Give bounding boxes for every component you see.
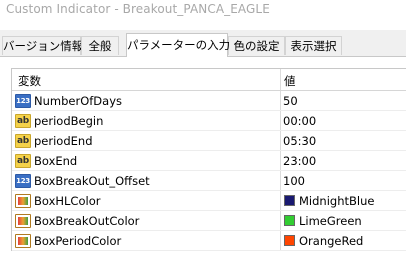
parameter-name: BoxEnd [34, 154, 78, 168]
header-value: 値 [284, 74, 296, 88]
string-type-icon: ab [15, 134, 31, 148]
parameter-value-input[interactable]: 100 [283, 174, 305, 188]
string-type-icon: ab [15, 114, 31, 128]
parameter-row[interactable]: ab periodBegin 00:00 [12, 111, 406, 131]
color-swatch [284, 215, 295, 226]
header-variable: 変数 [18, 74, 41, 88]
parameter-value-input[interactable]: 05:30 [283, 134, 316, 148]
parameter-name: BoxBreakOutColor [34, 214, 140, 228]
parameter-name: NumberOfDays [34, 94, 122, 108]
grid-header: 変数 値 [12, 69, 406, 91]
parameter-name: BoxHLColor [34, 194, 101, 208]
tab-version-info[interactable]: バージョン情報 [2, 36, 83, 55]
parameter-value-input[interactable]: 50 [283, 94, 298, 108]
parameter-row[interactable]: ab periodEnd 05:30 [12, 131, 406, 151]
int-type-icon: 123 [15, 174, 31, 188]
parameter-name: periodBegin [34, 114, 104, 128]
column-divider [280, 151, 281, 170]
parameters-panel: 変数 値 123 NumberOfDays 50 ab periodBegin 00:00… [0, 56, 406, 267]
column-divider [280, 171, 281, 190]
column-divider [280, 91, 281, 110]
column-divider[interactable] [280, 69, 281, 90]
parameter-value-input[interactable]: 00:00 [283, 114, 316, 128]
parameter-name: BoxBreakOut_Offset [34, 174, 150, 188]
parameter-row[interactable]: 123 BoxBreakOut_Offset 100 [12, 171, 406, 191]
parameter-row[interactable]: BoxHLColor MidnightBlue [12, 191, 406, 211]
column-divider [280, 231, 281, 250]
string-type-icon: ab [15, 154, 31, 168]
color-swatch [284, 195, 295, 206]
parameters-grid: 変数 値 123 NumberOfDays 50 ab periodBegin 00:00… [11, 68, 406, 251]
parameter-row[interactable]: 123 NumberOfDays 50 [12, 91, 406, 111]
tab-general[interactable]: 全般 [81, 36, 119, 55]
parameter-value-dropdown[interactable]: MidnightBlue [299, 194, 374, 208]
parameter-value-input[interactable]: 23:00 [283, 154, 316, 168]
parameter-row[interactable]: ab BoxEnd 23:00 [12, 151, 406, 171]
tab-strip: バージョン情報 全般 パラメーターの入力 色の設定 表示選択 [0, 30, 406, 57]
tab-parameters[interactable]: パラメーターの入力 [126, 33, 230, 57]
window-title: Custom Indicator - Breakout_PANCA_EAGLE [6, 2, 270, 16]
color-swatch [284, 235, 295, 246]
parameter-row[interactable]: BoxPeriodColor OrangeRed [12, 231, 406, 251]
column-divider [280, 211, 281, 230]
color-type-icon [15, 194, 31, 208]
color-type-icon [15, 214, 31, 228]
tab-visualization[interactable]: 表示選択 [285, 36, 342, 55]
parameter-name: periodEnd [34, 134, 93, 148]
parameter-name: BoxPeriodColor [34, 234, 122, 248]
column-divider [280, 111, 281, 130]
parameter-row[interactable]: BoxBreakOutColor LimeGreen [12, 211, 406, 231]
title-bar: Custom Indicator - Breakout_PANCA_EAGLE [0, 0, 406, 31]
int-type-icon: 123 [15, 94, 31, 108]
column-divider [280, 131, 281, 150]
tab-colors[interactable]: 色の設定 [228, 36, 285, 55]
color-type-icon [15, 234, 31, 248]
parameter-value-dropdown[interactable]: OrangeRed [299, 234, 363, 248]
parameter-value-dropdown[interactable]: LimeGreen [299, 214, 362, 228]
column-divider [280, 191, 281, 210]
